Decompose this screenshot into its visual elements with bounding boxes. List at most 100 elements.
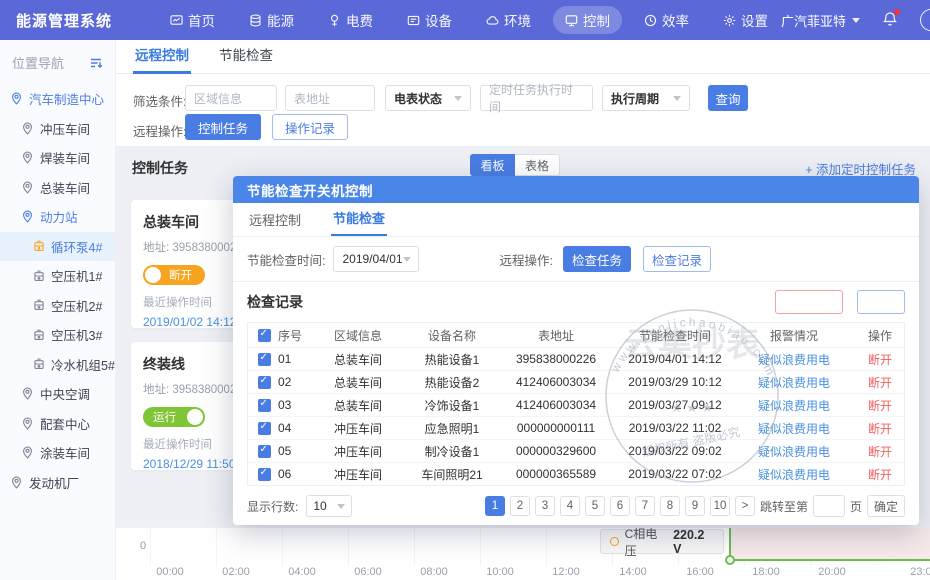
inspection-date-select[interactable]: 2019/04/01 [333,246,419,272]
batch-disconnect-button[interactable] [775,290,843,314]
modal-tab-bar: 远程控制 节能检查 [233,203,919,237]
export-button[interactable] [857,290,905,314]
modal-tab-remote-control[interactable]: 远程控制 [247,203,303,236]
sort-filter-icon[interactable] [89,56,103,70]
tab-remote-control[interactable]: 远程控制 [133,40,191,74]
home-icon [170,14,183,27]
nav-item-home[interactable]: 首页 [158,6,227,34]
disconnect-action[interactable]: 断开 [868,468,892,482]
col-header: 序号 [278,327,302,344]
page-button[interactable]: 10 [710,496,730,516]
meter-address-input[interactable]: 表地址 [285,85,375,111]
tab-energy-inspection[interactable]: 节能检查 [217,40,275,74]
row-checkbox[interactable] [258,422,271,435]
device-icon [407,14,420,27]
sidebar-item-factory-center[interactable]: 汽车制造中心 [0,84,115,114]
modal-tab-energy-inspection[interactable]: 节能检查 [331,201,387,236]
task-time-input[interactable]: 定时任务执行时间 [480,85,593,111]
modal-header[interactable]: 节能检查开关机控制 [233,176,919,203]
cell-seq: 03 [278,398,291,412]
search-button[interactable]: 查询 [708,85,748,111]
rows-value: 10 [313,499,326,513]
nav-item-settings[interactable]: 设置 [711,6,780,34]
power-toggle-on[interactable]: 运行 [143,407,205,427]
nav-item-control[interactable]: 控制 [553,6,622,34]
period-select[interactable]: 执行周期 [602,85,690,111]
sidebar-item-support-center[interactable]: 配套中心 [0,409,115,439]
page-button[interactable]: 8 [660,496,680,516]
sidebar-item-assembly[interactable]: 总装车间 [0,173,115,203]
disconnect-action[interactable]: 断开 [868,399,892,413]
sidebar-item-air-compressor-2[interactable]: 空压机2# [0,291,115,321]
sidebar-item-hvac[interactable]: 中央空调 [0,379,115,409]
disconnect-action[interactable]: 断开 [868,422,892,436]
sidebar-item-painting[interactable]: 涂装车间 [0,438,115,468]
sidebar-item-chiller-5[interactable]: 冷水机组5# [0,350,115,380]
jump-page-input[interactable] [813,495,845,517]
inspection-record-button[interactable]: 检查记录 [643,246,711,272]
page-button[interactable]: 6 [610,496,630,516]
app-title: 能源管理系统 [16,10,112,31]
cell-meter: 000000000111 [500,421,612,435]
x-tick: 00:00 [156,566,184,578]
company-selector[interactable]: 广汽菲亚特 [781,11,860,30]
operation-record-button[interactable]: 操作记录 [272,114,348,140]
nav-item-environment[interactable]: 环境 [474,6,543,34]
disconnect-action[interactable]: 断开 [868,445,892,459]
board-view-button[interactable]: 看板 [470,154,515,176]
page-button[interactable]: 5 [585,496,605,516]
alarm-link[interactable]: 疑似浪费用电 [758,468,830,482]
nav-item-efficiency[interactable]: 效率 [632,6,701,34]
alarm-link[interactable]: 疑似浪费用电 [758,353,830,367]
tree-label: 循环泵4# [51,237,102,256]
row-checkbox[interactable] [258,468,271,481]
disconnect-action[interactable]: 断开 [868,376,892,390]
row-checkbox[interactable] [258,445,271,458]
sidebar-item-engine-plant[interactable]: 发动机厂 [0,468,115,498]
nav-item-fee[interactable]: 电费 [316,6,385,34]
sidebar-item-air-compressor-3[interactable]: 空压机3# [0,320,115,350]
user-avatar-icon[interactable] [920,9,930,31]
select-all-checkbox[interactable] [258,329,271,342]
row-checkbox[interactable] [258,376,271,389]
alarm-link[interactable]: 疑似浪费用电 [758,399,830,413]
modal-title: 节能检查开关机控制 [247,180,373,200]
alarm-link[interactable]: 疑似浪费用电 [758,376,830,390]
location-pin-icon [21,181,34,194]
sidebar-item-welding[interactable]: 焊装车间 [0,143,115,173]
nav-item-energy[interactable]: 能源 [237,6,306,34]
nav-label: 能源 [267,10,294,30]
inspection-task-button[interactable]: 检查任务 [563,246,631,272]
disconnect-action[interactable]: 断开 [868,353,892,367]
page-button[interactable]: 7 [635,496,655,516]
sidebar-item-air-compressor-1[interactable]: 空压机1# [0,261,115,291]
control-icon [565,14,578,27]
sidebar-item-stamping[interactable]: 冲压车间 [0,114,115,144]
power-toggle-off[interactable]: 断开 [143,265,205,285]
next-page-button[interactable]: > [735,496,755,516]
jump-confirm-button[interactable]: 确定 [867,495,905,517]
control-task-button[interactable]: 控制任务 [185,114,261,140]
cell-seq: 01 [278,352,291,366]
page-button[interactable]: 4 [560,496,580,516]
nav-item-device[interactable]: 设备 [395,6,464,34]
page-button[interactable]: 1 [485,496,505,516]
sidebar-item-circulating-pump-4[interactable]: 循环泵4# [0,232,115,262]
page-button[interactable]: 9 [685,496,705,516]
page-button[interactable]: 2 [510,496,530,516]
alarm-link[interactable]: 疑似浪费用电 [758,445,830,459]
col-header: 区域信息 [312,327,404,344]
table-view-button[interactable]: 表格 [515,154,560,176]
sidebar-item-power-station[interactable]: 动力站 [0,202,115,232]
rows-per-page-select[interactable]: 10 [306,495,352,517]
area-info-input[interactable]: 区域信息 [185,85,277,111]
row-checkbox[interactable] [258,399,271,412]
notification-bell[interactable] [882,11,898,30]
jump-label: 跳转至第 [760,498,808,515]
alarm-link[interactable]: 疑似浪费用电 [758,422,830,436]
page-button[interactable]: 3 [535,496,555,516]
meter-status-select[interactable]: 电表状态 [385,85,471,111]
location-pin-icon [10,476,23,489]
row-checkbox[interactable] [258,353,271,366]
tree-label: 焊装车间 [40,148,90,167]
